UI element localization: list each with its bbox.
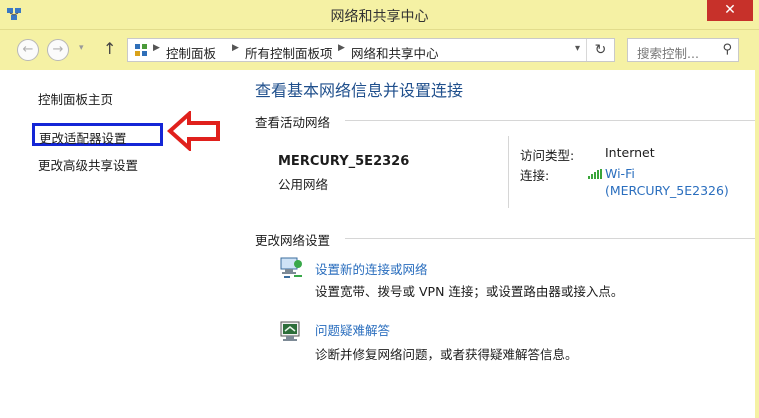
address-bar[interactable]: ▶ 控制面板 ▶ 所有控制面板项 ▶ 网络和共享中心 ▾ ↻	[127, 38, 615, 62]
main-pane: 查看基本网络信息并设置连接 查看活动网络 MERCURY_5E2326 公用网络…	[233, 70, 759, 418]
refresh-button[interactable]: ↻	[586, 39, 614, 61]
sidebar-item-change-adapter-settings[interactable]: 更改适配器设置	[32, 123, 163, 146]
address-toolbar: ← → ▾ ↑ ▶ 控制面板 ▶ 所有控制面板项 ▶ 网络和共享中心 ▾ ↻ 搜…	[0, 30, 759, 70]
close-button[interactable]: ✕	[707, 0, 753, 21]
network-setup-icon	[280, 257, 302, 278]
title-bar: 网络和共享中心 ✕	[0, 0, 759, 30]
active-network-heading: 查看活动网络	[255, 115, 331, 130]
address-dropdown-icon[interactable]: ▾	[575, 43, 580, 54]
search-icon[interactable]: ⚲	[722, 42, 732, 57]
troubleshoot-link[interactable]: 问题疑难解答	[315, 320, 390, 339]
connection-label: 连接:	[520, 168, 550, 183]
setup-connection-link[interactable]: 设置新的连接或网络	[315, 259, 428, 278]
troubleshoot-icon	[280, 321, 300, 341]
breadcrumb-network-center[interactable]: 网络和共享中心	[351, 43, 439, 62]
breadcrumb-separator[interactable]: ▶	[232, 43, 239, 53]
access-type-label: 访问类型:	[520, 148, 575, 163]
breadcrumb-all-items[interactable]: 所有控制面板项	[245, 43, 333, 62]
access-type-value: Internet	[605, 145, 655, 160]
troubleshoot-desc: 诊断并修复网络问题，或者获得疑难解答信息。	[315, 347, 578, 362]
wifi-link-ssid[interactable]: (MERCURY_5E2326)	[605, 182, 729, 199]
control-panel-icon	[135, 44, 147, 56]
search-placeholder[interactable]: 搜索控制...	[637, 43, 699, 62]
wifi-link-name[interactable]: Wi-Fi	[605, 165, 729, 182]
wifi-signal-icon	[588, 169, 602, 179]
page-title: 查看基本网络信息并设置连接	[255, 81, 464, 100]
window-border	[755, 30, 759, 418]
vertical-divider	[508, 136, 509, 208]
sidebar-item-advanced-sharing[interactable]: 更改高级共享设置	[38, 155, 138, 174]
breadcrumb-separator[interactable]: ▶	[153, 43, 160, 53]
breadcrumb-control-panel[interactable]: 控制面板	[166, 43, 216, 62]
window-title: 网络和共享中心	[330, 9, 429, 25]
network-name: MERCURY_5E2326	[278, 154, 410, 169]
forward-button[interactable]: →	[47, 39, 69, 61]
back-button[interactable]: ←	[17, 39, 39, 61]
setup-connection-desc: 设置宽带、拨号或 VPN 连接；或设置路由器或接入点。	[315, 284, 624, 299]
red-arrow-icon	[167, 111, 220, 151]
content-area: 控制面板主页 更改适配器设置 更改高级共享设置 查看基本网络信息并设置连接 查看…	[0, 70, 759, 418]
sidebar-item-control-panel-home[interactable]: 控制面板主页	[38, 89, 113, 108]
search-box[interactable]: 搜索控制... ⚲	[627, 38, 739, 62]
recent-locations-icon[interactable]: ▾	[79, 43, 84, 53]
wifi-connection-link[interactable]: Wi-Fi (MERCURY_5E2326)	[605, 165, 729, 199]
divider	[345, 238, 755, 239]
divider	[345, 120, 755, 121]
up-button[interactable]: ↑	[103, 39, 116, 58]
sidebar: 控制面板主页 更改适配器设置 更改高级共享设置	[0, 70, 233, 418]
breadcrumb-separator[interactable]: ▶	[338, 43, 345, 53]
network-type: 公用网络	[278, 177, 329, 192]
change-settings-heading: 更改网络设置	[255, 233, 331, 248]
